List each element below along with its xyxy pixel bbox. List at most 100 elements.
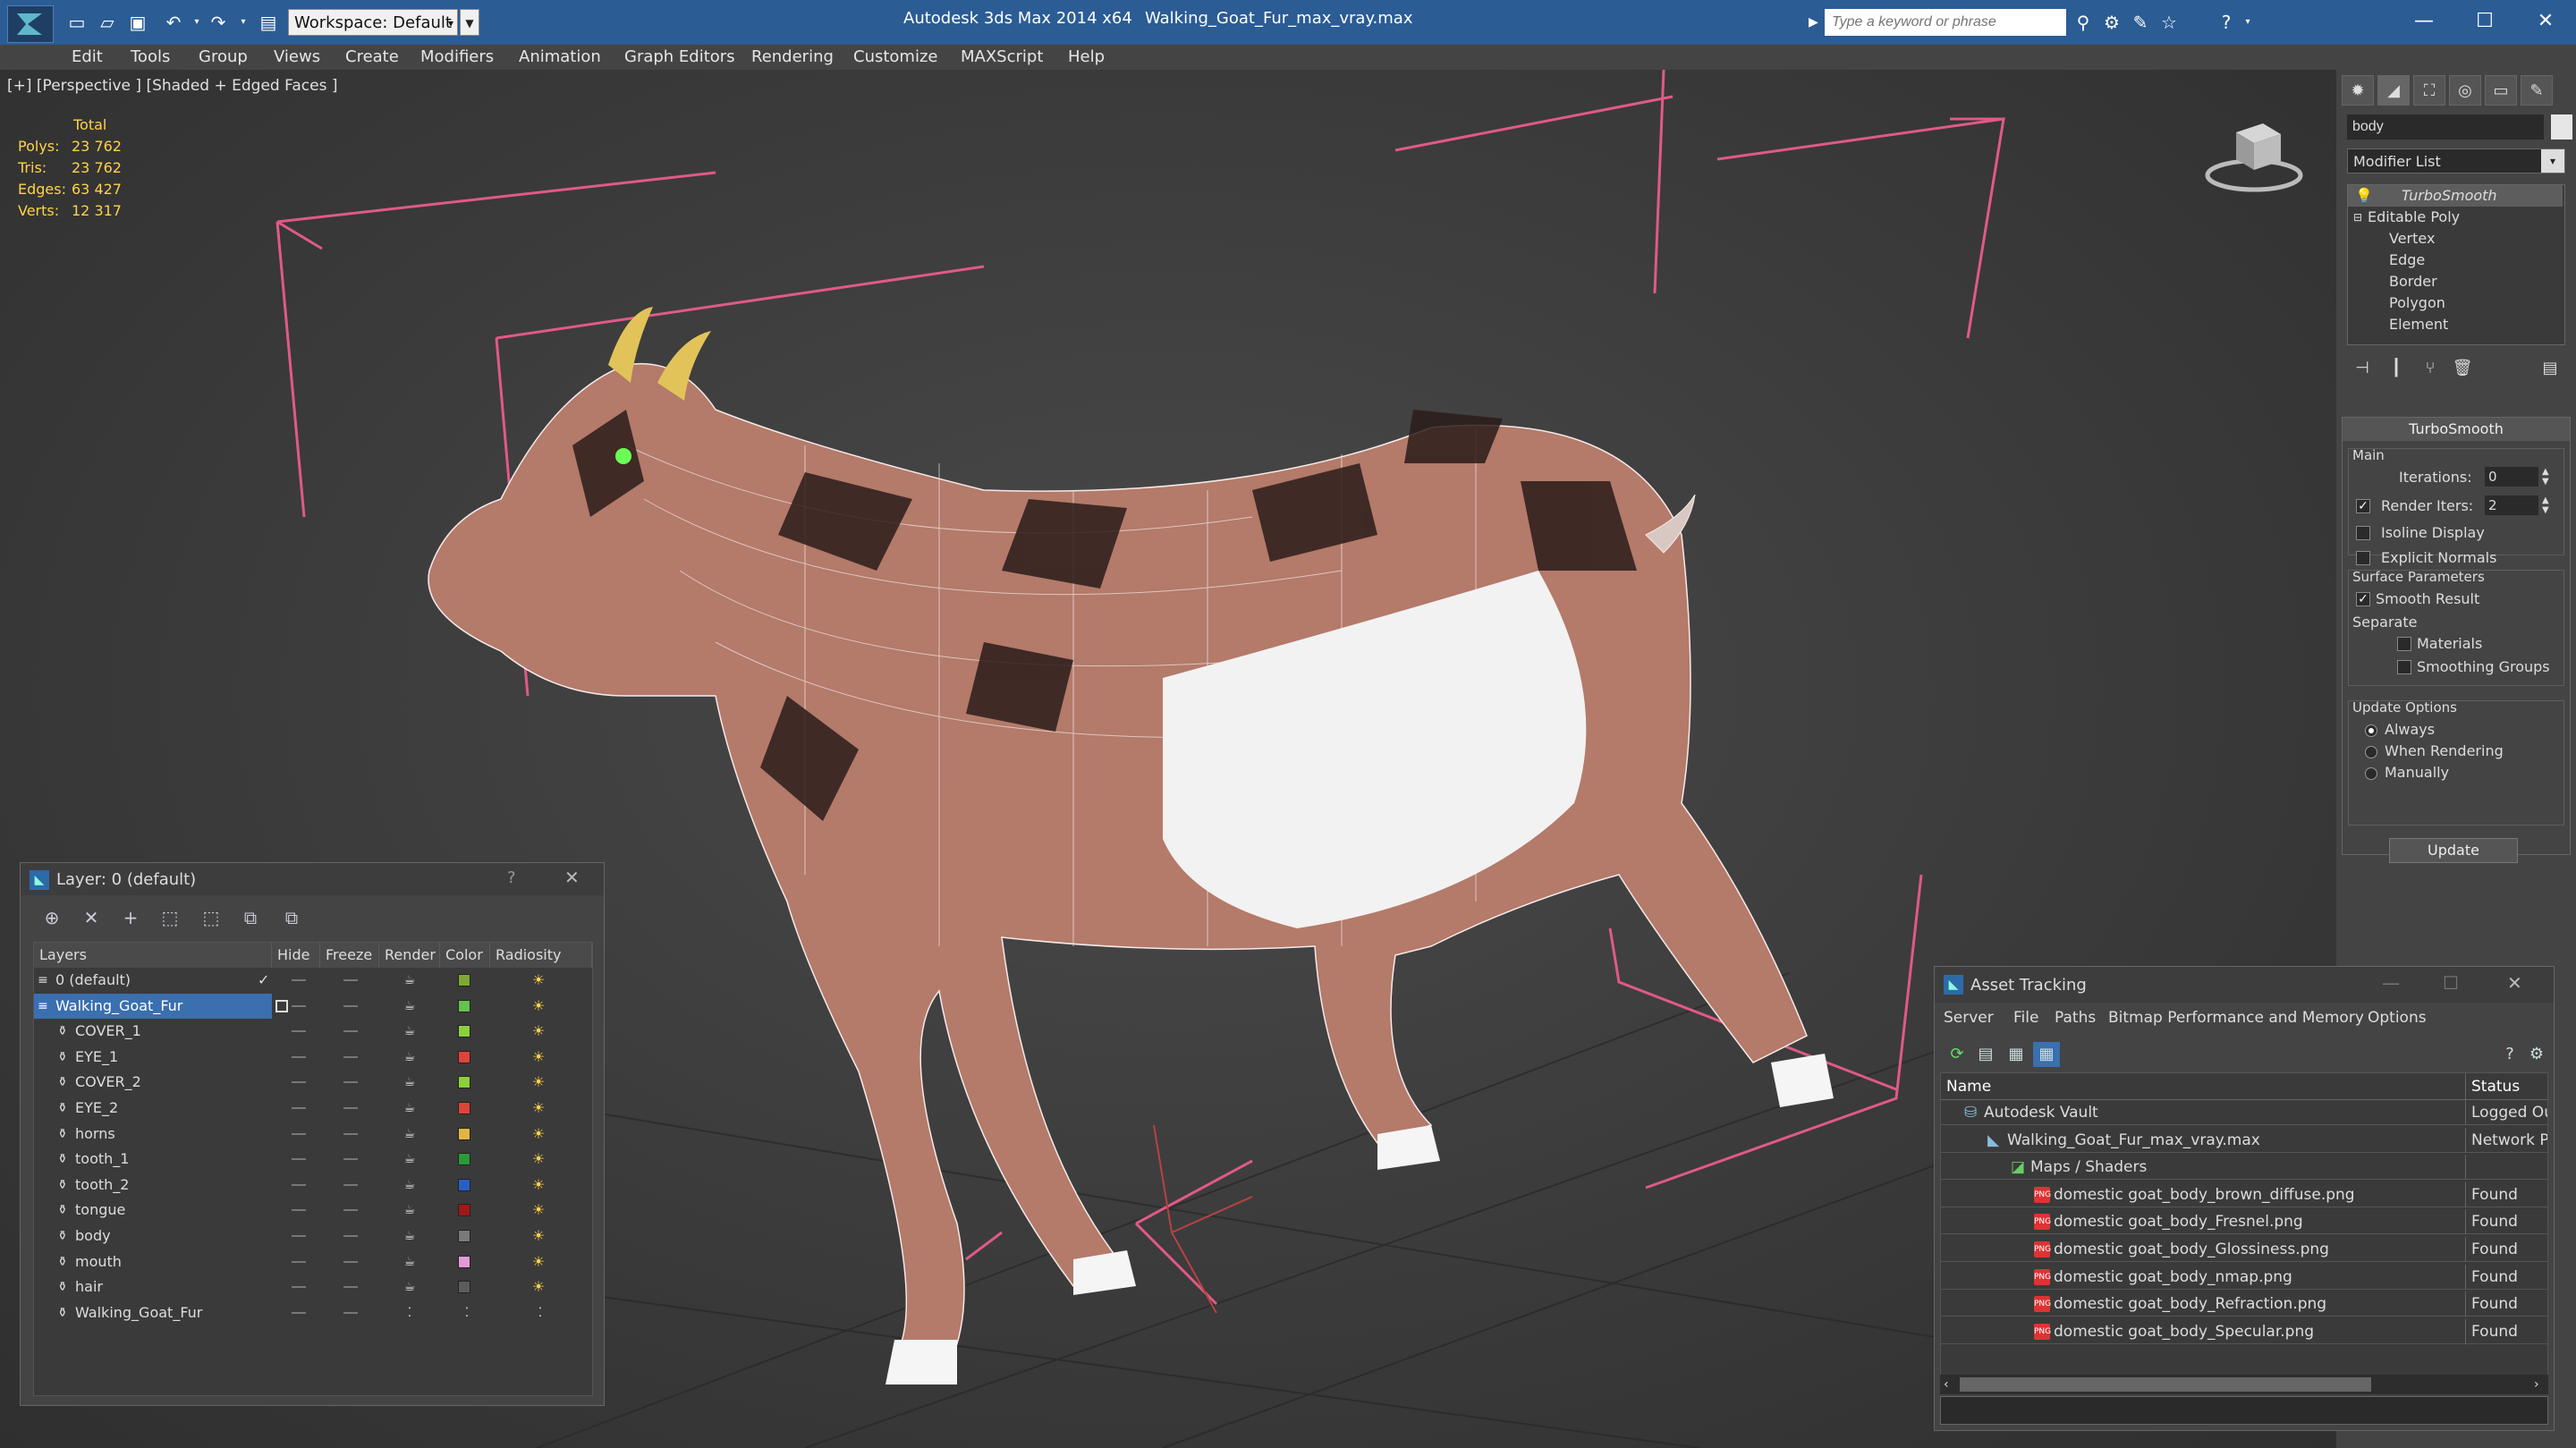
column-status[interactable]: Status xyxy=(2465,1073,2547,1100)
modifier-list-dropdown[interactable]: Modifier List ▾ xyxy=(2347,148,2565,174)
binoculars-icon[interactable]: ⚲ xyxy=(2072,11,2095,34)
delete-layer-icon[interactable]: ✕ xyxy=(76,904,106,931)
save-file-icon[interactable]: ▣ xyxy=(125,11,150,34)
hide-toggle[interactable] xyxy=(292,1311,306,1314)
layer-color-swatch[interactable] xyxy=(458,1204,470,1217)
layer-name-cell[interactable]: ≡ 0 (default) xyxy=(34,968,272,993)
asset-row[interactable]: ◣ Walking_Goat_Fur_max_vray.max Network P xyxy=(1941,1127,2547,1153)
menu-animation[interactable]: Animation xyxy=(519,45,601,70)
detail-view-icon[interactable]: ▦ xyxy=(2003,1042,2029,1067)
workspace-dropdown[interactable]: Workspace: Default ▾ xyxy=(288,9,458,36)
asset-row[interactable]: ⛁ Autodesk Vault Logged Ou xyxy=(1941,1100,2547,1125)
app-menu-button[interactable] xyxy=(7,5,54,43)
asset-row[interactable]: PNG domestic goat_body_brown_diffuse.png F… xyxy=(1941,1181,2547,1207)
spinner-arrows-icon[interactable]: ▲ ▼ xyxy=(2542,495,2549,515)
freeze-toggle[interactable] xyxy=(343,1286,358,1289)
menu-maxscript[interactable]: MAXScript xyxy=(961,45,1043,70)
column-name[interactable]: Name xyxy=(1941,1073,2465,1100)
freeze-toggle[interactable] xyxy=(343,1132,358,1135)
layer-name-cell[interactable]: ⚱ mouth xyxy=(34,1249,272,1274)
layer-name-cell[interactable]: ⚱ horns xyxy=(34,1122,272,1147)
object-color-swatch[interactable] xyxy=(2551,114,2572,140)
highlight-selected-icon[interactable]: ⬚ xyxy=(196,904,226,931)
layer-color-swatch[interactable] xyxy=(458,999,470,1012)
layer-color-swatch[interactable] xyxy=(458,1230,470,1242)
stack-item-turbosmooth[interactable]: 💡 TurboSmooth xyxy=(2348,185,2563,207)
stack-subobject-polygon[interactable]: Polygon xyxy=(2348,292,2563,314)
layer-name-cell[interactable]: ≡ Walking_Goat_Fur xyxy=(34,993,272,1019)
layer-row[interactable]: ⚱ hair ☕ ☀ xyxy=(34,1274,592,1300)
hide-toggle[interactable] xyxy=(292,1030,306,1033)
menu-customize[interactable]: Customize xyxy=(853,45,937,70)
search-input[interactable] xyxy=(1825,9,2066,36)
create-tab-icon[interactable]: ✹ xyxy=(2342,75,2374,106)
stack-subobject-vertex[interactable]: Vertex xyxy=(2348,228,2563,250)
asset-menu-server[interactable]: Server xyxy=(1944,1006,1994,1029)
hide-toggle[interactable] xyxy=(292,979,306,981)
hide-all-icon[interactable]: ⧉ xyxy=(235,904,266,931)
asset-row[interactable]: PNG domestic goat_body_Fresnel.png Found xyxy=(1941,1209,2547,1235)
radiosity-lightbulb-icon[interactable]: ☀ xyxy=(531,997,546,1015)
configure-modifier-sets-icon[interactable]: ▤ xyxy=(2537,356,2563,381)
layer-color-swatch[interactable] xyxy=(458,1153,470,1166)
menu-rendering[interactable]: Rendering xyxy=(751,45,834,70)
column-color[interactable]: Color xyxy=(440,943,490,968)
table-view-icon[interactable]: ▦ xyxy=(2033,1042,2060,1067)
close-icon[interactable]: ✕ xyxy=(2507,972,2522,994)
utilities-tab-icon[interactable]: ✎ xyxy=(2521,75,2553,106)
radiosity-lightbulb-icon[interactable]: ☀ xyxy=(531,1201,546,1219)
column-render[interactable]: Render xyxy=(379,943,440,968)
explicit-normals-checkbox[interactable] xyxy=(2356,551,2370,565)
show-end-result-icon[interactable]: ┃ xyxy=(2383,356,2410,381)
asset-row[interactable]: PNG domestic goat_body_Specular.png Found xyxy=(1941,1318,2547,1344)
layer-row[interactable]: ⚱ horns ☕ ☀ xyxy=(34,1122,592,1147)
layer-color-swatch[interactable] xyxy=(458,974,470,987)
menu-create[interactable]: Create xyxy=(345,45,399,70)
radiosity-lightbulb-icon[interactable]: ☀ xyxy=(531,1099,546,1117)
render-teapot-icon[interactable]: ☕ xyxy=(401,1224,419,1249)
layer-color-swatch[interactable] xyxy=(458,1076,470,1089)
render-iters-checkbox[interactable]: ✓ xyxy=(2356,499,2370,513)
minimize-icon[interactable]: — xyxy=(2382,972,2400,994)
list-view-icon[interactable]: ▤ xyxy=(1972,1042,1999,1067)
redo-dropdown-icon[interactable]: ▾ xyxy=(231,11,256,34)
help-icon[interactable]: ? xyxy=(2496,1042,2523,1067)
help-icon[interactable]: ? xyxy=(507,868,516,887)
radiosity-lightbulb-icon[interactable]: ☀ xyxy=(531,971,546,989)
isoline-checkbox[interactable] xyxy=(2356,526,2370,540)
radiosity-lightbulb-icon[interactable]: ☀ xyxy=(531,1150,546,1168)
maximize-icon[interactable]: ☐ xyxy=(2458,4,2512,39)
freeze-toggle[interactable] xyxy=(343,1055,358,1058)
menu-tools[interactable]: Tools xyxy=(131,45,170,70)
column-freeze[interactable]: Freeze xyxy=(320,943,379,968)
asset-row[interactable]: PNG domestic goat_body_nmap.png Found xyxy=(1941,1264,2547,1290)
layer-color-swatch[interactable] xyxy=(458,1281,470,1294)
render-teapot-icon[interactable]: ☕ xyxy=(401,1198,419,1223)
freeze-toggle[interactable] xyxy=(343,1158,358,1161)
close-icon[interactable]: ✕ xyxy=(564,867,580,888)
subscription-icon[interactable]: ⚙ xyxy=(2100,11,2123,34)
radiosity-lightbulb-icon[interactable]: ☀ xyxy=(531,1227,546,1245)
help-icon[interactable]: ? xyxy=(2215,11,2238,34)
render-teapot-icon[interactable]: ☕ xyxy=(401,1249,419,1274)
column-layers[interactable]: Layers xyxy=(34,943,272,968)
menu-help[interactable]: Help xyxy=(1068,45,1105,70)
hide-toggle[interactable] xyxy=(292,1158,306,1161)
open-file-icon[interactable]: ▱ xyxy=(95,11,120,34)
maximize-icon[interactable]: ☐ xyxy=(2443,972,2459,994)
modify-tab-icon[interactable]: ◢ xyxy=(2377,75,2410,106)
layer-row[interactable]: ⚱ tongue ☕ ☀ xyxy=(34,1198,592,1223)
render-teapot-icon[interactable]: ☕ xyxy=(401,1070,419,1095)
freeze-toggle[interactable] xyxy=(343,1107,358,1109)
render-teapot-icon[interactable]: ☕ xyxy=(401,1019,419,1044)
layer-name-cell[interactable]: ⚱ tooth_1 xyxy=(34,1147,272,1172)
menu-edit[interactable]: Edit xyxy=(72,45,103,70)
radiosity-lightbulb-icon[interactable]: ☀ xyxy=(531,1048,546,1066)
asset-row[interactable]: PNG domestic goat_body_Glossiness.png Foun… xyxy=(1941,1237,2547,1262)
hide-toggle[interactable] xyxy=(292,1286,306,1289)
set-current-layer-icon[interactable] xyxy=(275,999,288,1012)
layer-name-cell[interactable]: ⚱ EYE_1 xyxy=(34,1045,272,1070)
layer-name-cell[interactable]: ⚱ hair xyxy=(34,1274,272,1300)
smooth-result-checkbox[interactable]: ✓ xyxy=(2356,592,2370,606)
search-expand-icon[interactable]: ▶ xyxy=(1809,9,1823,36)
